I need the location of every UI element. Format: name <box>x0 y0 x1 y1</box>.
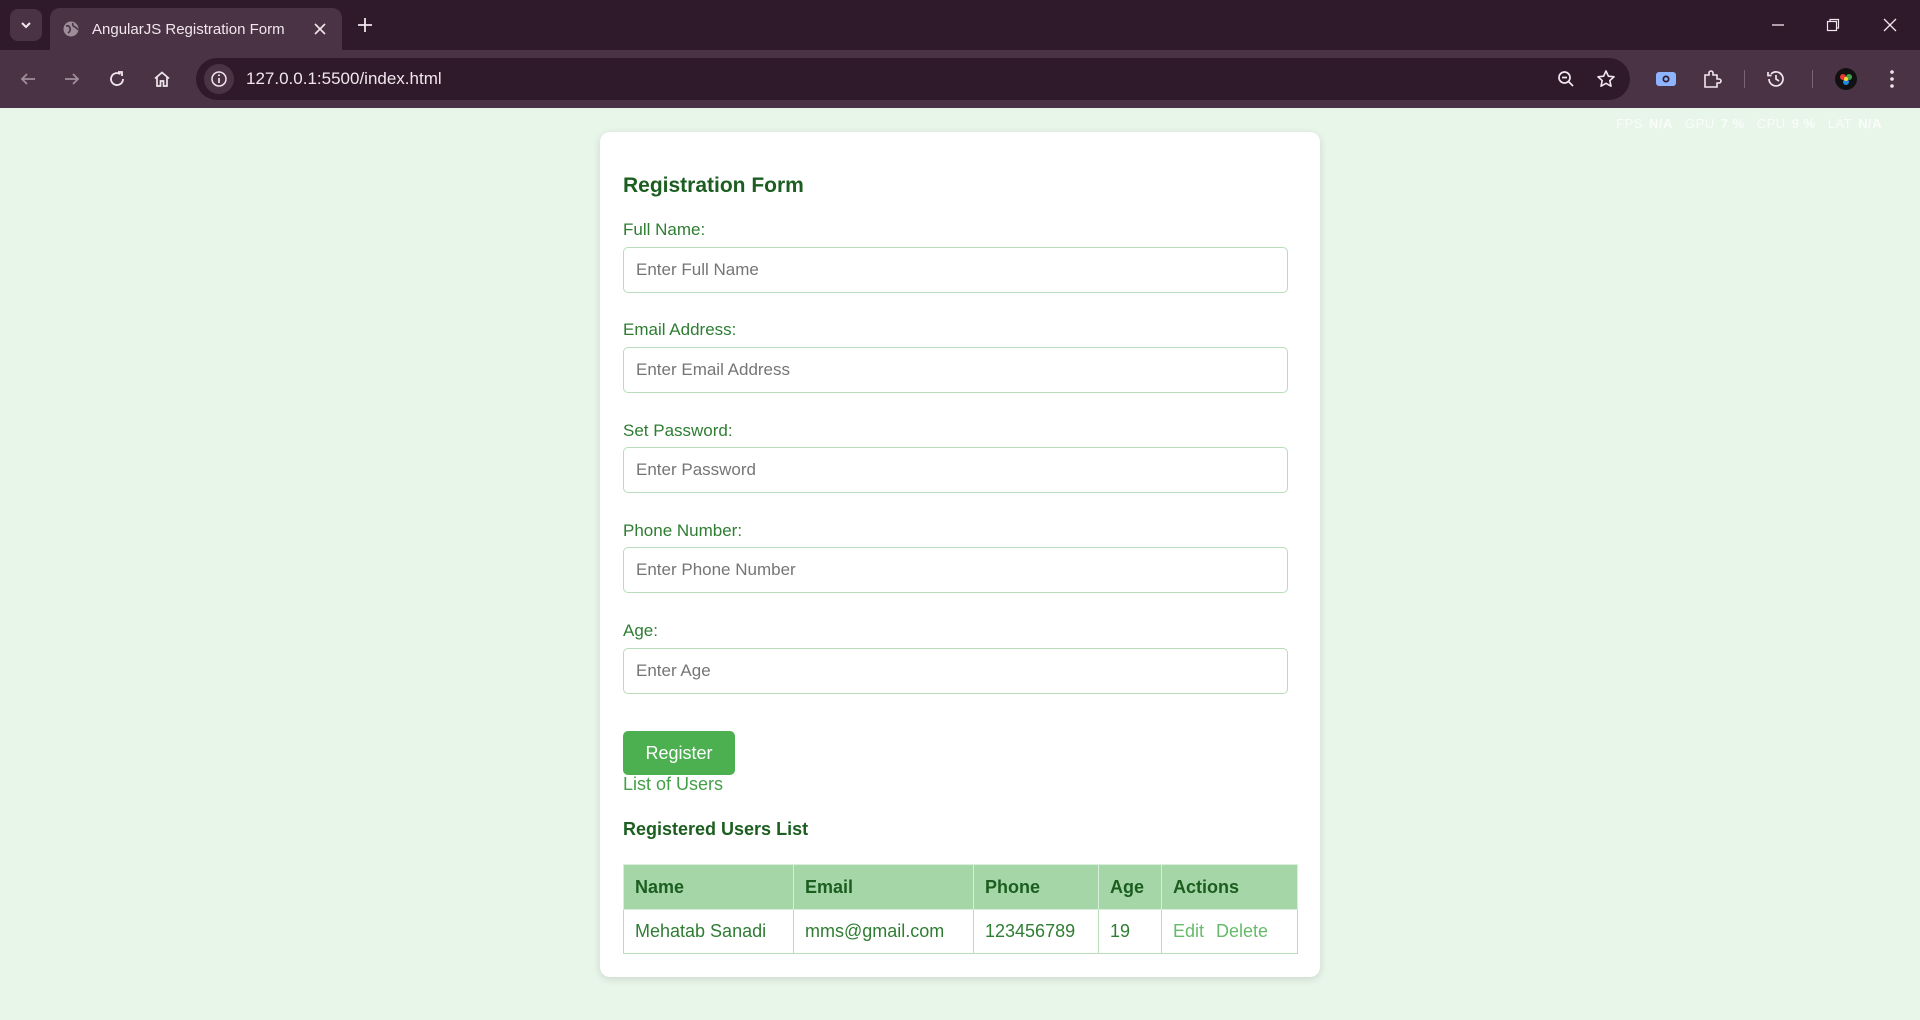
screen-capture-button[interactable] <box>1650 63 1682 95</box>
email-input[interactable] <box>623 347 1288 393</box>
browser-toolbar: 127.0.0.1:5500/index.html <box>0 50 1920 108</box>
restore-button[interactable] <box>1815 10 1851 40</box>
perf-value: 7 % <box>1720 116 1745 131</box>
more-vertical-icon <box>1890 70 1894 88</box>
password-input[interactable] <box>623 447 1288 493</box>
forward-button[interactable] <box>56 63 88 95</box>
zoom-out-icon <box>1558 71 1574 87</box>
users-list-title: Registered Users List <box>623 819 809 839</box>
puzzle-icon <box>1704 70 1722 88</box>
tab-search-button[interactable] <box>10 9 42 41</box>
bookmark-button[interactable] <box>1590 63 1622 95</box>
column-header-email: Email <box>793 864 974 910</box>
arrow-right-icon <box>65 73 80 85</box>
phone-input[interactable] <box>623 547 1288 593</box>
browser-tab-bar: AngularJS Registration Form <box>0 0 1920 50</box>
list-of-users-link[interactable]: List of Users <box>623 774 723 795</box>
email-label: Email Address: <box>623 320 737 339</box>
screen-capture-icon <box>1656 72 1676 86</box>
user-actions-cell: Edit Delete <box>1161 909 1298 954</box>
back-button[interactable] <box>12 63 44 95</box>
full-name-input[interactable] <box>623 247 1288 293</box>
browser-menu-button[interactable] <box>1876 63 1908 95</box>
register-button[interactable]: Register <box>623 731 735 775</box>
home-icon <box>154 71 170 87</box>
password-label: Set Password: <box>623 421 733 440</box>
table-row: Mehatab Sanadi mms@gmail.com 123456789 1… <box>623 909 1298 954</box>
edit-user-button[interactable]: Edit <box>1173 921 1204 941</box>
full-name-label: Full Name: <box>623 220 706 239</box>
toolbar-divider <box>1744 70 1745 88</box>
close-icon <box>314 23 326 35</box>
address-bar[interactable]: 127.0.0.1:5500/index.html <box>196 58 1630 100</box>
user-age-cell: 19 <box>1098 909 1162 954</box>
close-icon <box>1883 18 1897 32</box>
user-name-cell: Mehatab Sanadi <box>623 909 794 954</box>
performance-overlay: FPS N/A GPU 7 % CPU 9 % LAT N/A <box>1616 116 1890 131</box>
tab-title: AngularJS Registration Form <box>92 20 285 38</box>
close-window-button[interactable] <box>1872 10 1908 40</box>
site-info-icon[interactable] <box>204 64 234 94</box>
restore-icon <box>1826 18 1840 32</box>
url-text[interactable]: 127.0.0.1:5500/index.html <box>246 69 1550 89</box>
delete-user-button[interactable]: Delete <box>1216 921 1268 941</box>
user-phone-cell: 123456789 <box>973 909 1099 954</box>
perf-key: FPS <box>1616 116 1644 131</box>
reload-icon <box>110 71 124 86</box>
column-header-name: Name <box>623 864 794 910</box>
column-header-phone: Phone <box>973 864 1099 910</box>
globe-icon <box>62 20 80 38</box>
column-header-actions: Actions <box>1161 864 1298 910</box>
tab-active[interactable]: AngularJS Registration Form <box>50 8 342 50</box>
avatar-icon <box>1835 68 1857 90</box>
perf-value: 9 % <box>1791 116 1816 131</box>
column-header-age: Age <box>1098 864 1162 910</box>
age-input[interactable] <box>623 648 1288 694</box>
perf-key: CPU <box>1756 116 1786 131</box>
phone-label: Phone Number: <box>623 521 743 540</box>
minimize-button[interactable] <box>1760 10 1796 40</box>
extensions-button[interactable] <box>1696 63 1728 95</box>
new-tab-button[interactable] <box>352 12 378 38</box>
user-email-cell: mms@gmail.com <box>793 909 974 954</box>
star-icon <box>1597 70 1615 87</box>
home-button[interactable] <box>146 63 178 95</box>
close-tab-button[interactable] <box>310 19 330 39</box>
form-title: Registration Form <box>623 174 804 197</box>
perf-key: GPU <box>1685 116 1715 131</box>
minimize-icon <box>1772 24 1784 26</box>
reload-button[interactable] <box>101 63 133 95</box>
zoom-button[interactable] <box>1550 63 1582 95</box>
perf-value: N/A <box>1649 116 1673 131</box>
users-table: Name Email Phone Age Actions Mehatab San… <box>623 864 1298 954</box>
table-header-row: Name Email Phone Age Actions <box>623 864 1298 910</box>
perf-key: LAT <box>1827 116 1853 131</box>
chevron-down-icon <box>21 22 31 29</box>
history-icon <box>1767 71 1784 87</box>
age-label: Age: <box>623 621 658 640</box>
perf-value: N/A <box>1858 116 1882 131</box>
toolbar-divider <box>1812 70 1813 88</box>
history-button[interactable] <box>1760 63 1792 95</box>
plus-icon <box>358 18 372 32</box>
arrow-left-icon <box>20 73 35 85</box>
registration-card: Registration Form Full Name: Email Addre… <box>600 132 1320 977</box>
profile-avatar[interactable] <box>1830 63 1862 95</box>
